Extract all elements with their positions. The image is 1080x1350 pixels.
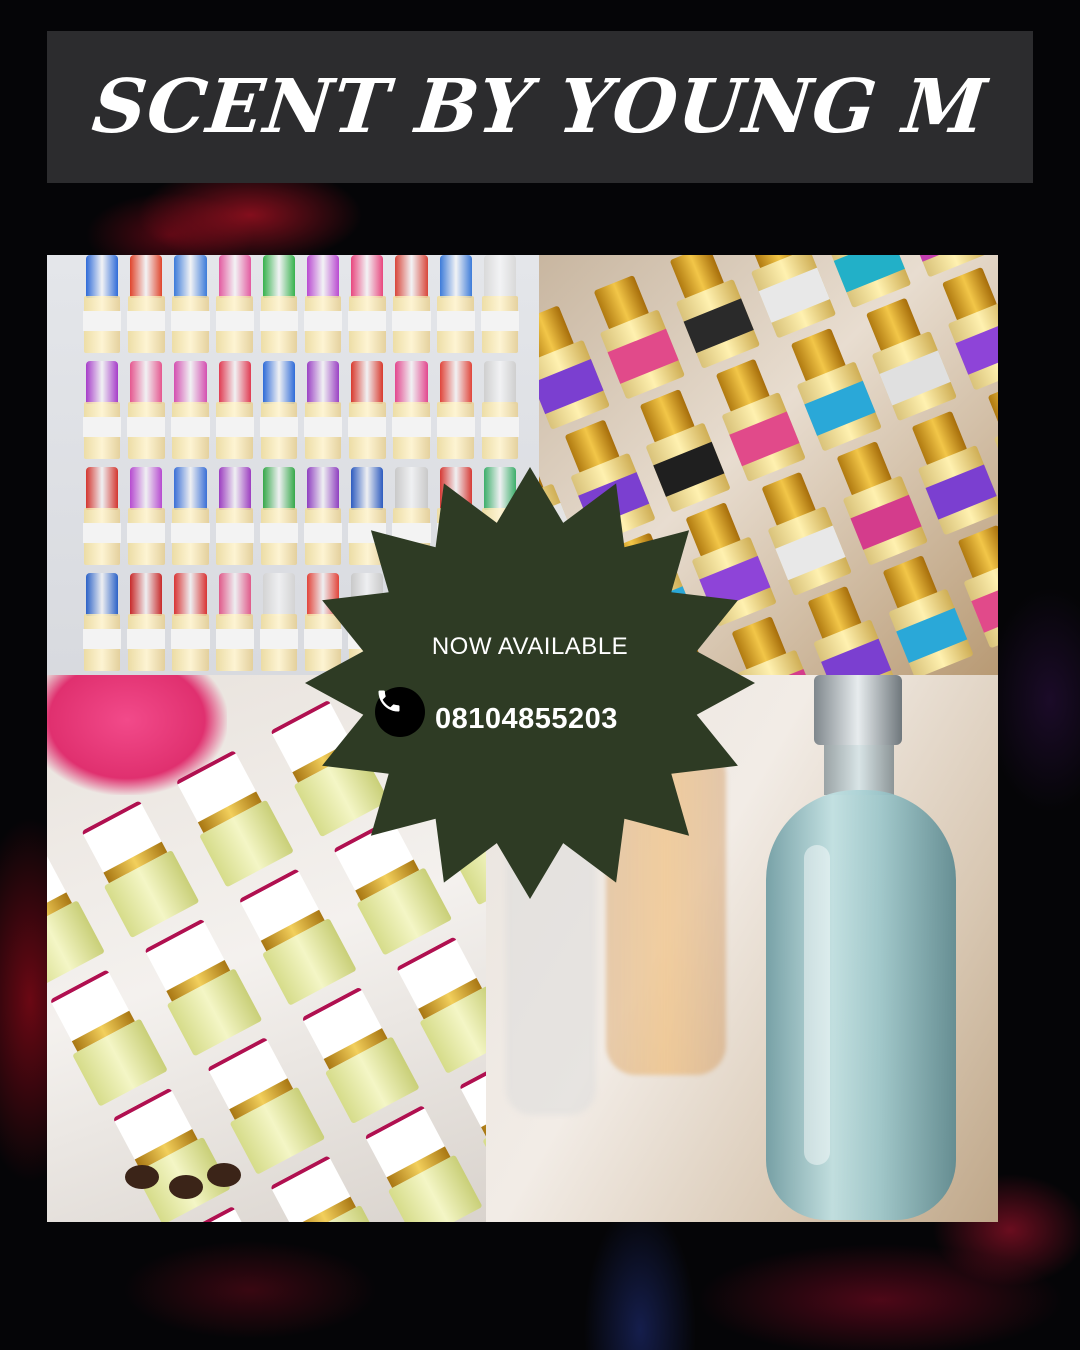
vial: [127, 361, 166, 463]
vial: [348, 361, 387, 463]
title-banner: SCENT BY YOUNG M: [47, 31, 1033, 183]
vial: [348, 255, 387, 357]
phone-icon: [375, 687, 425, 737]
vial: [171, 255, 210, 357]
coffee-bean: [125, 1165, 159, 1189]
vial: [171, 573, 210, 675]
vial: [83, 467, 122, 569]
bottle-body: [766, 790, 956, 1220]
vial: [215, 361, 254, 463]
vial: [392, 255, 431, 357]
bottle-shine: [804, 845, 830, 1165]
vial: [304, 255, 343, 357]
vial: [127, 255, 166, 357]
vial: [83, 361, 122, 463]
availability-tagline: NOW AVAILABLE: [431, 633, 629, 660]
bottle-cap: [814, 675, 902, 745]
coffee-bean: [207, 1163, 241, 1187]
vial: [259, 361, 298, 463]
vial: [480, 255, 519, 357]
vial: [259, 573, 298, 675]
vial: [83, 255, 122, 357]
bottle-neck: [824, 745, 894, 795]
starburst-shape: [305, 467, 755, 899]
vial: [259, 255, 298, 357]
vial: [215, 467, 254, 569]
vial: [436, 361, 475, 463]
vial: [392, 361, 431, 463]
vial: [436, 255, 475, 357]
vial: [83, 573, 122, 675]
vial: [259, 467, 298, 569]
vial: [127, 467, 166, 569]
vial: [304, 361, 343, 463]
starburst-badge: NOW AVAILABLE 08104855203: [295, 465, 775, 905]
phone-contact[interactable]: 08104855203: [375, 687, 618, 737]
vial: [127, 573, 166, 675]
coffee-bean: [169, 1175, 203, 1199]
vial: [480, 361, 519, 463]
vial: [215, 255, 254, 357]
phone-number[interactable]: 08104855203: [435, 703, 618, 736]
vial: [171, 467, 210, 569]
vial: [171, 361, 210, 463]
brand-title: SCENT BY YOUNG M: [88, 64, 992, 150]
vial: [215, 573, 254, 675]
